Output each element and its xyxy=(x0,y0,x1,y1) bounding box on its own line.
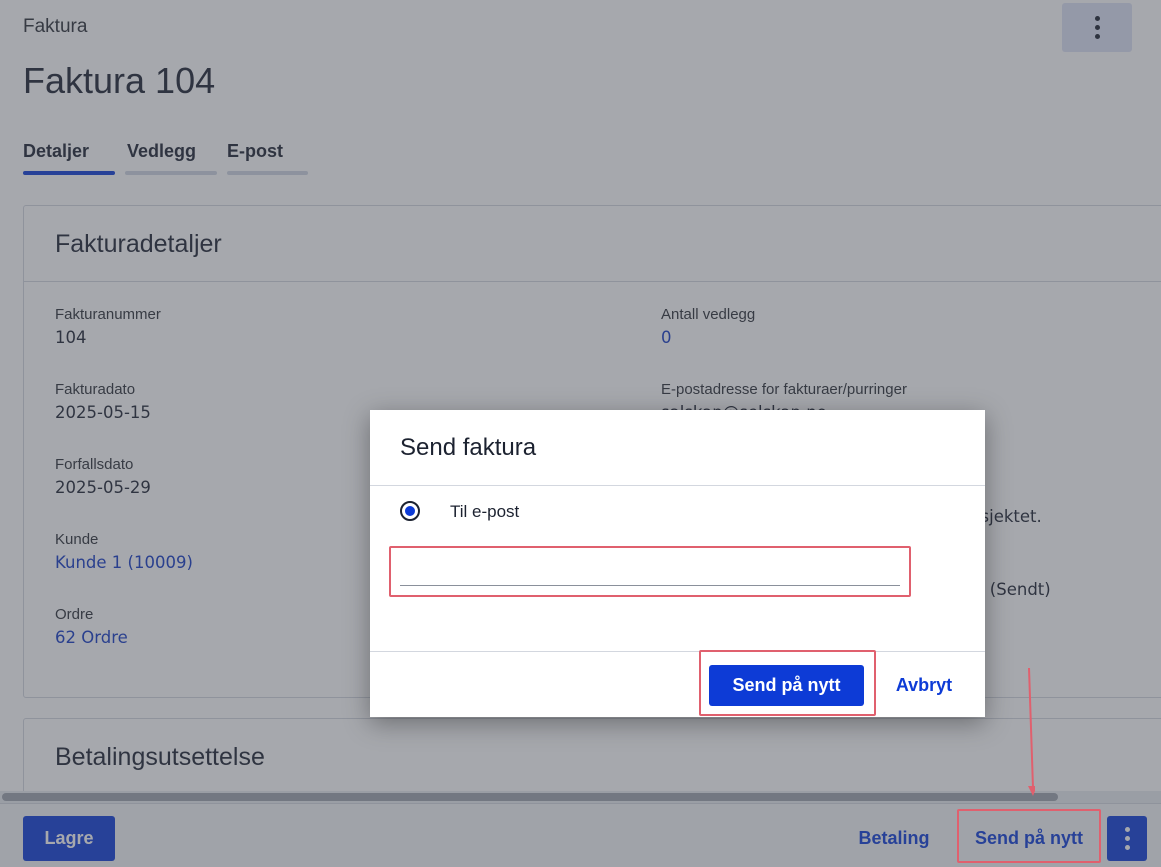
send-again-button[interactable]: Send på nytt xyxy=(709,665,864,706)
email-input[interactable] xyxy=(400,558,900,586)
email-radio[interactable] xyxy=(400,501,420,521)
dialog-divider xyxy=(370,485,985,486)
dialog-divider xyxy=(370,651,985,652)
radio-selected-icon xyxy=(405,506,415,516)
email-radio-label[interactable]: Til e-post xyxy=(450,502,519,522)
send-invoice-dialog: Send faktura Til e-post Send på nytt Avb… xyxy=(370,410,985,717)
cancel-button[interactable]: Avbryt xyxy=(885,665,963,706)
dialog-title: Send faktura xyxy=(400,434,537,461)
